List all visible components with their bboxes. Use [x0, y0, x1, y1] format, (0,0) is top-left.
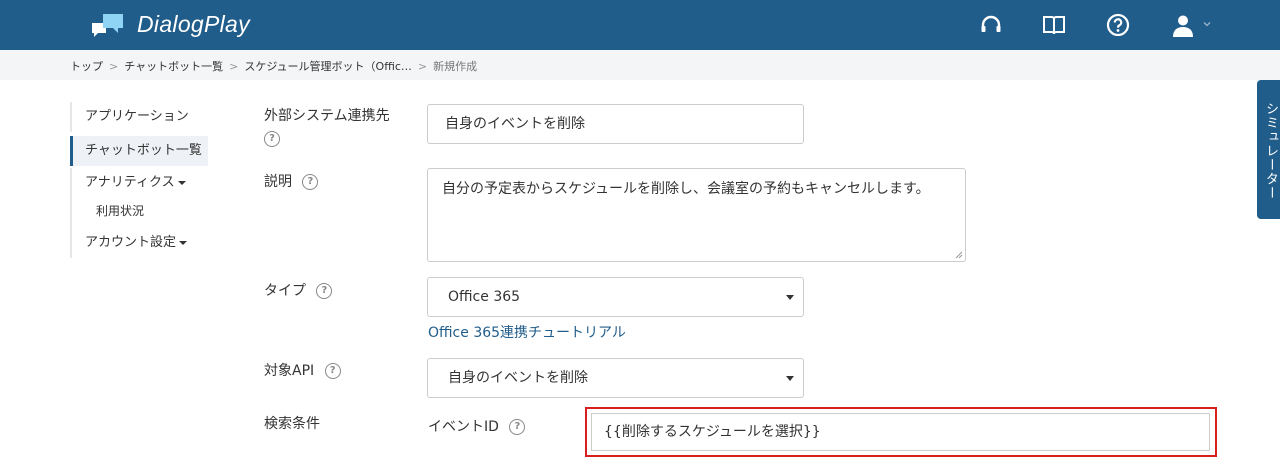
- dropdown-arrow-icon: [786, 376, 794, 381]
- sidebar-item-label: アプリケーション: [85, 109, 189, 124]
- resize-handle-icon[interactable]: [955, 251, 963, 259]
- breadcrumb-separator: >: [109, 60, 119, 73]
- logo-icon[interactable]: [90, 11, 126, 39]
- sidebar-item-applications[interactable]: アプリケーション: [70, 102, 230, 132]
- simulator-tab[interactable]: シミュレーター: [1257, 80, 1280, 219]
- description-label: 説明 ?: [264, 171, 319, 191]
- help-icon[interactable]: ?: [302, 174, 319, 190]
- sidebar-item-account-settings[interactable]: アカウント設定: [70, 228, 230, 258]
- breadcrumb-separator: >: [417, 60, 428, 73]
- breadcrumb-top[interactable]: トップ: [70, 60, 103, 73]
- dropdown-arrow-icon: [786, 295, 794, 300]
- breadcrumb: トップ > チャットボット一覧 > スケジュール管理ボット（Offic… > 新規作成: [70, 58, 477, 74]
- external-system-label: 外部システム連携先 ?: [264, 105, 390, 147]
- top-navbar: DialogPlay: [0, 0, 1280, 50]
- office365-tutorial-link[interactable]: Office 365連携チュートリアル: [428, 322, 626, 342]
- type-select-value: Office 365: [448, 289, 521, 305]
- type-label-text: タイプ: [264, 283, 306, 299]
- sidebar-item-label: アカウント設定: [85, 235, 177, 250]
- headset-icon[interactable]: [978, 12, 1004, 38]
- breadcrumb-current: 新規作成: [433, 60, 478, 73]
- help-icon[interactable]: ?: [509, 419, 526, 435]
- external-system-field[interactable]: 自身のイベントを削除: [427, 104, 804, 144]
- target-api-select[interactable]: 自身のイベントを削除: [427, 358, 804, 398]
- event-id-label-text: イベントID: [428, 419, 499, 435]
- breadcrumb-separator: >: [229, 60, 239, 73]
- target-api-label-text: 対象API: [264, 363, 315, 379]
- target-api-label: 対象API ?: [264, 360, 341, 380]
- caret-down-icon: [177, 180, 186, 185]
- help-icon[interactable]: ?: [324, 363, 341, 379]
- description-text: 自分の予定表からスケジュールを削除し、会議室の予約もキャンセルします。: [442, 181, 930, 197]
- sidebar-item-chatbots[interactable]: チャットボット一覧: [70, 136, 208, 166]
- sidebar: アプリケーション チャットボット一覧 アナリティクス 利用状況 アカウント設定: [70, 102, 230, 258]
- description-label-text: 説明: [264, 174, 292, 190]
- target-api-select-value: 自身のイベントを削除: [448, 370, 588, 386]
- type-select[interactable]: Office 365: [427, 277, 804, 317]
- help-icon[interactable]: ?: [316, 283, 333, 299]
- external-system-label-text: 外部システム連携先: [264, 108, 390, 124]
- type-label: タイプ ?: [264, 280, 333, 300]
- help-icon[interactable]: [1105, 12, 1131, 38]
- sidebar-item-usage[interactable]: 利用状況: [70, 198, 230, 228]
- sidebar-item-analytics[interactable]: アナリティクス: [70, 168, 230, 198]
- event-id-label: イベントID ?: [428, 416, 526, 436]
- simulator-tab-label: シミュレーター: [1263, 102, 1278, 200]
- event-id-input[interactable]: {{削除するスケジュールを選択}}: [591, 413, 1210, 451]
- sidebar-item-label: 利用状況: [96, 204, 145, 218]
- breadcrumb-chatbot-list[interactable]: チャットボット一覧: [124, 60, 223, 73]
- sidebar-item-label: アナリティクス: [85, 175, 175, 190]
- sidebar-item-label: チャットボット一覧: [85, 143, 202, 158]
- breadcrumb-bar: トップ > チャットボット一覧 > スケジュール管理ボット（Offic… > 新規作成: [0, 50, 1280, 80]
- breadcrumb-schedule-bot[interactable]: スケジュール管理ボット（Offic…: [244, 60, 412, 73]
- book-icon[interactable]: [1041, 12, 1067, 38]
- app-brand[interactable]: DialogPlay: [137, 11, 250, 38]
- search-condition-label: 検索条件: [264, 416, 320, 432]
- caret-down-icon: [179, 240, 188, 245]
- help-icon[interactable]: ?: [264, 131, 280, 147]
- description-textarea[interactable]: 自分の予定表からスケジュールを削除し、会議室の予約もキャンセルします。: [427, 168, 966, 262]
- user-icon[interactable]: [1170, 12, 1196, 38]
- chevron-down-icon[interactable]: [1201, 18, 1213, 30]
